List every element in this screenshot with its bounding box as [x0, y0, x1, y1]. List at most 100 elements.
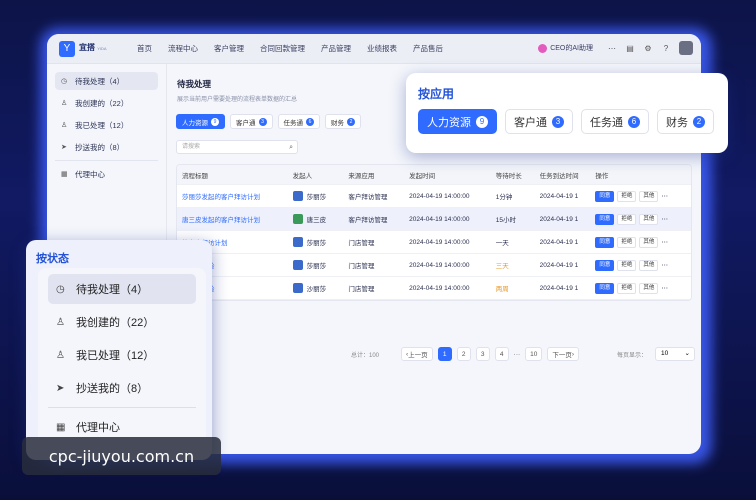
- reject-button[interactable]: 拒绝: [617, 282, 637, 294]
- reject-button[interactable]: 拒绝: [617, 190, 637, 202]
- page-subtitle: 展示当前用户需要处理的流程表单数据的汇总: [177, 97, 298, 103]
- col-title: 流程标题: [182, 172, 208, 180]
- help-icon[interactable]: ?: [659, 41, 673, 55]
- tab-hr[interactable]: 人力资源 9: [418, 109, 497, 134]
- other-button[interactable]: 其他: [639, 213, 659, 225]
- tab-finance[interactable]: 财务 2: [657, 109, 714, 134]
- more-icon[interactable]: ⋯: [661, 192, 668, 200]
- more-icon[interactable]: ⋯: [661, 261, 668, 269]
- nav-item-process[interactable]: 流程中心: [160, 43, 206, 54]
- status-item-cc[interactable]: ➤ 抄送我的（8）: [48, 373, 196, 403]
- row-arrive: 2024-04-19 1: [539, 284, 579, 292]
- other-button[interactable]: 其他: [639, 236, 659, 248]
- status-item-processed[interactable]: ♙ 我已处理（12）: [48, 340, 196, 370]
- sidebar-item-label: 我创建的（22）: [75, 98, 129, 108]
- ai-assistant-button[interactable]: CEO的AI助理: [538, 43, 593, 53]
- status-item-pending[interactable]: ◷ 待我处理（4）: [48, 274, 196, 304]
- building-icon: ▦: [61, 171, 68, 178]
- tab-task[interactable]: 任务通 6: [581, 109, 649, 134]
- gear-icon[interactable]: ⚙: [641, 41, 655, 55]
- brand-sub: YIDA: [97, 46, 107, 51]
- page-4[interactable]: 4: [494, 347, 509, 361]
- page-ellipsis: ···: [513, 350, 521, 358]
- approve-button[interactable]: 同意: [595, 190, 615, 202]
- process-table: 流程标题 发起人 来源应用 发起时间 等待时长 任务到达时间 操作 莎丽莎发起的…: [176, 164, 692, 301]
- more-icon[interactable]: ⋯: [661, 215, 668, 223]
- user-icon: ♙: [61, 100, 68, 107]
- avatar[interactable]: [679, 41, 693, 55]
- row-user: 唐三皮: [306, 217, 327, 224]
- nav-item-home[interactable]: 首页: [129, 43, 160, 54]
- page-1[interactable]: 1: [437, 347, 452, 361]
- reject-button[interactable]: 拒绝: [617, 213, 637, 225]
- more-icon[interactable]: ⋯: [661, 238, 668, 246]
- page-title: 待我处理: [177, 79, 212, 89]
- brand-logo[interactable]: Y 宜搭 YIDA: [59, 40, 129, 57]
- tab-task[interactable]: 任务通 6: [277, 114, 320, 129]
- by-status-card: 按状态 ◷ 待我处理（4） ♙ 我创建的（22） ♙ 我已处理（12） ➤ 抄送我的（8…: [26, 240, 212, 460]
- tab-hr[interactable]: 人力资源 9: [176, 114, 225, 129]
- approve-button[interactable]: 同意: [595, 259, 615, 271]
- count-badge: 6: [306, 117, 314, 126]
- row-time: 2024-04-19 14:00:00: [409, 284, 470, 292]
- document-icon[interactable]: ▤: [623, 41, 637, 55]
- user-icon: ♙: [56, 316, 65, 328]
- other-button[interactable]: 其他: [639, 259, 659, 271]
- user-avatar-icon: [292, 283, 303, 293]
- reject-button[interactable]: 拒绝: [617, 236, 637, 248]
- approve-button[interactable]: 同意: [595, 282, 615, 294]
- sidebar-item-agent[interactable]: ▦ 代理中心: [55, 165, 158, 183]
- building-icon: ▦: [56, 421, 66, 433]
- col-initiator: 发起人: [292, 172, 313, 180]
- user-avatar-icon: [292, 214, 303, 224]
- col-wait: 等待时长: [495, 172, 522, 180]
- search-input[interactable]: 请搜索 ⌕: [176, 140, 298, 154]
- other-button[interactable]: 其他: [639, 190, 659, 202]
- col-source: 来源应用: [348, 172, 375, 180]
- background: Y 宜搭 YIDA 首页 流程中心 客户管理 合同回款管理 产品管理 业绩报表 …: [0, 0, 756, 500]
- app-card-tabs: 人力资源 9 客户通 3 任务通 6 财务 2: [418, 109, 722, 134]
- page-2[interactable]: 2: [456, 347, 471, 361]
- row-title-link[interactable]: 莎丽莎发起的客户拜访计划: [177, 191, 293, 201]
- user-check-icon: ♙: [61, 122, 68, 129]
- count-badge: 9: [476, 115, 488, 128]
- approve-button[interactable]: 同意: [595, 213, 615, 225]
- nav-item-product[interactable]: 产品管理: [313, 43, 359, 54]
- table-row[interactable]: 的门店巡检 莎丽莎 门店管理 2024-04-19 14:00:00 三天 20…: [177, 254, 691, 277]
- per-page-select[interactable]: 10 ⌄: [655, 347, 695, 361]
- nav-item-aftersales[interactable]: 产品售后: [405, 43, 451, 54]
- send-icon: ➤: [61, 144, 67, 151]
- reject-button[interactable]: 拒绝: [617, 259, 637, 271]
- table-row[interactable]: 莎丽莎发起的客户拜访计划 莎丽莎 客户拜访管理 2024-04-19 14:00…: [177, 185, 691, 208]
- watermark: cpc-jiuyou.com.cn: [22, 437, 221, 475]
- status-label: 我创建的（22）: [76, 317, 155, 329]
- tab-customer[interactable]: 客户通 3: [230, 114, 273, 129]
- sidebar-item-processed[interactable]: ♙ 我已处理（12）: [55, 116, 158, 134]
- nav-item-customer[interactable]: 客户管理: [206, 43, 252, 54]
- row-title-link[interactable]: 唐三皮发起的客户拜访计划: [177, 214, 293, 224]
- table-row[interactable]: 的门店巡检 沙丽莎 门店管理 2024-04-19 14:00:00 两周 20…: [177, 277, 691, 300]
- tab-customer[interactable]: 客户通 3: [505, 109, 573, 134]
- page-10[interactable]: 10: [525, 347, 543, 361]
- nav-item-contract[interactable]: 合同回款管理: [252, 43, 313, 54]
- prev-page-button[interactable]: ‹ 上一页: [401, 347, 433, 361]
- more-icon[interactable]: ⋯: [605, 41, 619, 55]
- approve-button[interactable]: 同意: [595, 236, 615, 248]
- sidebar-item-pending[interactable]: ◷ 待我处理（4）: [55, 72, 158, 90]
- other-button[interactable]: 其他: [639, 282, 659, 294]
- table-row[interactable]: 的客户拜访计划 莎丽莎 门店管理 2024-04-19 14:00:00 一天 …: [177, 231, 691, 254]
- more-icon[interactable]: ⋯: [661, 284, 668, 292]
- user-avatar-icon: [292, 260, 303, 270]
- status-label: 待我处理（4）: [76, 284, 149, 296]
- nav-item-report[interactable]: 业绩报表: [359, 43, 405, 54]
- next-page-button[interactable]: 下一页 ›: [547, 347, 580, 361]
- page-3[interactable]: 3: [475, 347, 490, 361]
- sidebar-item-created[interactable]: ♙ 我创建的（22）: [55, 94, 158, 112]
- tab-finance[interactable]: 财务 2: [325, 114, 361, 129]
- logo-icon: Y: [59, 40, 75, 57]
- status-item-created[interactable]: ♙ 我创建的（22）: [48, 307, 196, 337]
- row-app: 门店管理: [348, 263, 375, 270]
- sidebar-item-cc[interactable]: ➤ 抄送我的（8）: [55, 138, 158, 156]
- search-icon[interactable]: ⌕: [289, 142, 293, 154]
- table-row[interactable]: 唐三皮发起的客户拜访计划 唐三皮 客户拜访管理 2024-04-19 14:00…: [177, 208, 691, 231]
